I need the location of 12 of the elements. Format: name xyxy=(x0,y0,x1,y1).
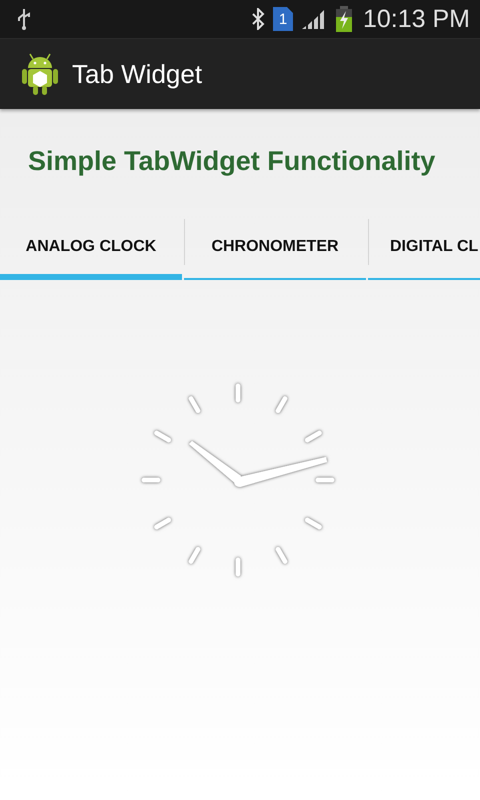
tab[interactable]: CHRONOMETER xyxy=(184,219,366,280)
page-heading: Simple TabWidget Functionality xyxy=(28,146,436,177)
android-robot-icon xyxy=(22,52,58,96)
tab[interactable]: ANALOG CLOCK xyxy=(0,219,182,280)
battery-charging-icon xyxy=(334,6,353,32)
app-title: Tab Widget xyxy=(72,58,202,90)
status-time: 10:13 PM xyxy=(362,4,470,34)
sim-badge: 1 xyxy=(272,7,293,31)
signal-icon xyxy=(300,8,327,30)
bluetooth-icon xyxy=(250,8,265,30)
tab[interactable]: DIGITAL CL xyxy=(368,219,480,280)
usb-icon xyxy=(16,8,32,30)
